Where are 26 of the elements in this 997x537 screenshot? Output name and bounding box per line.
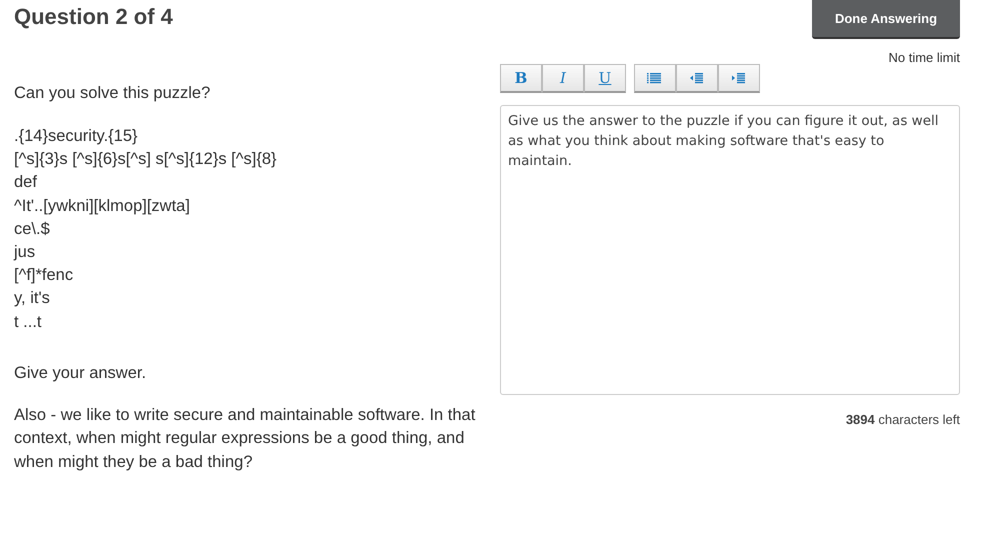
prompt-text: Give your answer. (14, 364, 148, 383)
list-icon (647, 72, 663, 84)
puzzle-line: t ...t (14, 312, 43, 333)
puzzle-line: [^f]*fenc (14, 265, 74, 286)
underline-button[interactable]: U (584, 64, 626, 93)
list-button[interactable] (634, 64, 676, 93)
characters-left-counter: 3894 characters left (846, 412, 960, 427)
puzzle-line: y, it's (14, 288, 51, 310)
follow-up-question: Also - we like to write secure and maintainable software. In that context, when might regular expressions be a good thing, and when might they be a bad thing? (14, 404, 476, 473)
outdent-icon (689, 72, 705, 84)
outdent-button[interactable] (676, 64, 718, 93)
puzzle-line: ^It'..[ywkni][klmop][zwta] (14, 196, 191, 217)
puzzle-line: jus (14, 242, 36, 264)
done-answering-button[interactable]: Done Answering (812, 0, 960, 39)
question-title: Question 2 of 4 (14, 4, 173, 30)
italic-button[interactable]: I (542, 64, 584, 93)
indent-button[interactable] (718, 64, 760, 93)
time-limit-label: No time limit (888, 50, 960, 65)
bold-button[interactable]: B (500, 64, 542, 93)
question-text: Can you solve this puzzle? (14, 84, 212, 103)
indent-icon (731, 72, 747, 84)
answer-field[interactable]: Give us the answer to the puzzle if you can figure it out, as well as what you think about making software that's easy to maintain. (500, 105, 960, 395)
puzzle-line: [^s]{3}s [^s]{6}s[^s] s[^s]{12}s [^s]{8} (14, 149, 278, 170)
puzzle-line: .{14}security.{15} (14, 126, 139, 147)
puzzle-line: def (14, 172, 38, 194)
puzzle-line: ce\.$ (14, 218, 51, 240)
